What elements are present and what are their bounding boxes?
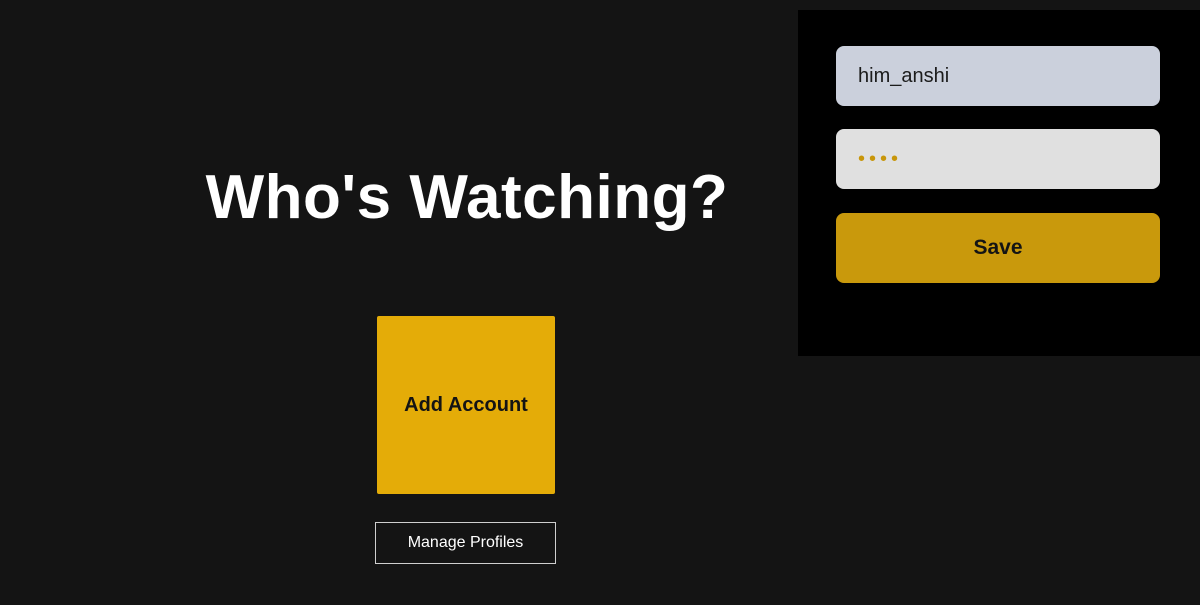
save-button[interactable]: Save [836,213,1160,283]
page-title: Who's Watching? [205,163,729,232]
add-account-label: Add Account [404,393,528,416]
manage-profiles-button[interactable]: Manage Profiles [375,522,556,564]
login-panel: Save [798,10,1200,356]
add-account-button[interactable]: Add Account [377,316,555,494]
username-input[interactable] [836,46,1160,106]
password-input[interactable] [836,129,1160,189]
